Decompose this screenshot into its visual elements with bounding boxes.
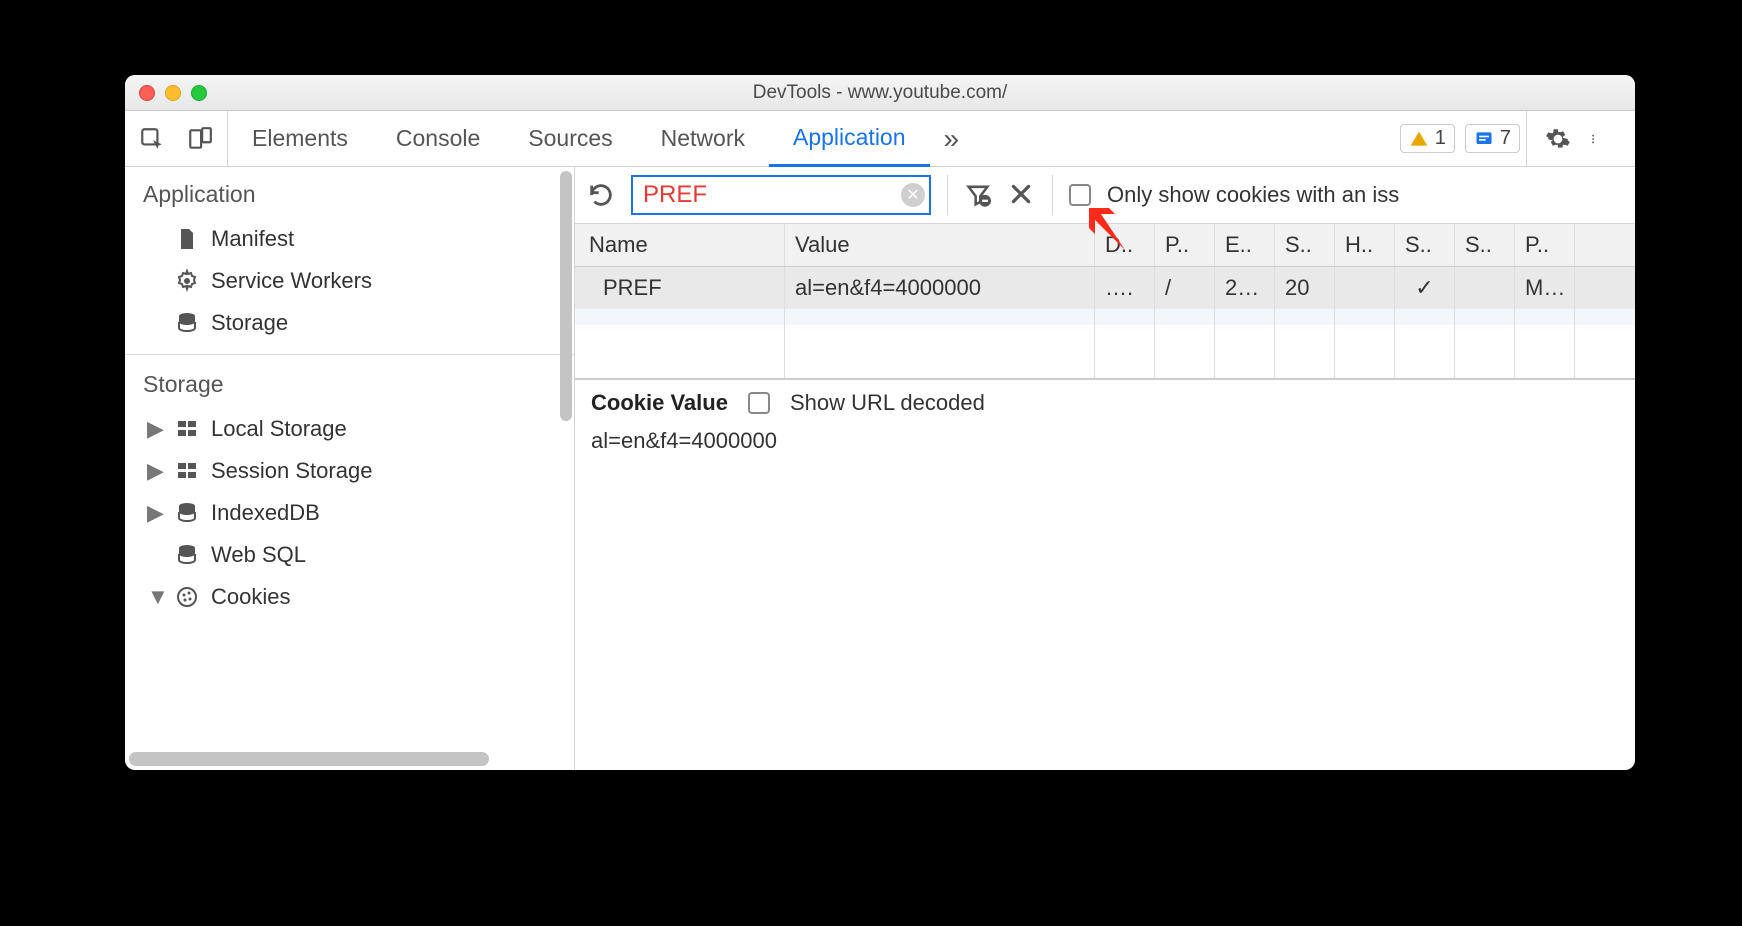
db-icon — [175, 311, 199, 335]
application-sidebar: Application Manifest Service Workers — [125, 167, 575, 770]
sidebar-item-label: Storage — [211, 310, 288, 336]
cell-samesite — [1455, 267, 1515, 309]
sidebar-scrollbar-vertical[interactable] — [560, 171, 572, 740]
grid-icon — [175, 459, 199, 483]
tabs-overflow-button[interactable]: » — [930, 111, 974, 166]
toolbar-divider — [947, 175, 948, 215]
cell-httponly — [1335, 267, 1395, 309]
file-icon — [175, 227, 199, 251]
tab-network[interactable]: Network — [637, 111, 769, 166]
cookies-toolbar: ✕ Only show cookies with an iss — [575, 167, 1635, 224]
cell-size: 20 — [1275, 267, 1335, 309]
cookies-table: Name Value D.. P.. E.. S.. H.. S.. S.. P… — [575, 224, 1635, 379]
cell-expires: 2… — [1215, 267, 1275, 309]
device-toggle-icon[interactable] — [187, 126, 213, 152]
show-url-decoded-checkbox[interactable] — [748, 392, 770, 414]
sidebar-section-application: Application — [125, 167, 574, 218]
devtools-tabbar: Elements Console Sources Network Applica… — [125, 111, 1635, 167]
chevron-down-icon: ▼ — [147, 584, 161, 610]
col-expires[interactable]: E.. — [1215, 224, 1275, 266]
devtools-window: DevTools - www.youtube.com/ Elements Con… — [125, 75, 1635, 770]
sidebar-item-label: IndexedDB — [211, 500, 320, 526]
db-icon — [175, 501, 199, 525]
gear-icon — [175, 269, 199, 293]
inspect-element-icon[interactable] — [139, 126, 165, 152]
refresh-icon[interactable] — [587, 181, 615, 209]
warnings-count: 1 — [1435, 127, 1446, 150]
db-icon — [175, 543, 199, 567]
cell-domain: …. — [1095, 267, 1155, 309]
warnings-badge[interactable]: 1 — [1400, 124, 1455, 153]
chevron-right-icon: ▶ — [147, 416, 161, 442]
col-name[interactable]: Name — [575, 224, 785, 266]
chevron-right-icon: ▶ — [147, 458, 161, 484]
panel-tabs: Elements Console Sources Network Applica… — [228, 111, 930, 166]
toolbar-divider — [1052, 175, 1053, 215]
message-icon — [1474, 129, 1494, 149]
messages-badge[interactable]: 7 — [1465, 124, 1520, 153]
col-size[interactable]: S.. — [1275, 224, 1335, 266]
sidebar-item-web-sql[interactable]: Web SQL — [125, 534, 574, 576]
sidebar-item-manifest[interactable]: Manifest — [125, 218, 574, 260]
sidebar-item-indexeddb[interactable]: ▶ IndexedDB — [125, 492, 574, 534]
cell-value: al=en&f4=4000000 — [785, 267, 1095, 309]
table-row[interactable] — [575, 309, 1635, 325]
tab-elements[interactable]: Elements — [228, 111, 372, 166]
clear-all-icon[interactable] — [1008, 181, 1036, 209]
filter-funnel-icon[interactable] — [964, 181, 992, 209]
col-value[interactable]: Value — [785, 224, 1095, 266]
chevron-right-icon: ▶ — [147, 500, 161, 526]
titlebar: DevTools - www.youtube.com/ — [125, 75, 1635, 111]
sidebar-item-storage[interactable]: Storage — [125, 302, 574, 344]
kebab-menu-icon[interactable] — [1591, 126, 1617, 152]
clear-filter-icon[interactable]: ✕ — [901, 183, 925, 207]
settings-gear-icon[interactable] — [1545, 126, 1571, 152]
tab-console[interactable]: Console — [372, 111, 504, 166]
sidebar-item-label: Cookies — [211, 584, 290, 610]
tab-sources[interactable]: Sources — [504, 111, 636, 166]
cell-secure: ✓ — [1395, 267, 1455, 309]
sidebar-item-local-storage[interactable]: ▶ Local Storage — [125, 408, 574, 450]
cell-priority: M… — [1515, 267, 1575, 309]
sidebar-item-session-storage[interactable]: ▶ Session Storage — [125, 450, 574, 492]
sidebar-item-service-workers[interactable]: Service Workers — [125, 260, 574, 302]
sidebar-section-storage: Storage — [125, 357, 574, 408]
only-issues-checkbox[interactable] — [1069, 184, 1091, 206]
sidebar-item-label: Web SQL — [211, 542, 306, 568]
show-url-decoded-label: Show URL decoded — [790, 390, 985, 416]
sidebar-item-label: Local Storage — [211, 416, 347, 442]
cell-name: PREF — [575, 267, 785, 309]
grid-icon — [175, 417, 199, 441]
cookie-value-text: al=en&f4=4000000 — [591, 422, 1619, 454]
window-zoom-button[interactable] — [191, 85, 207, 101]
cookie-value-title: Cookie Value — [591, 390, 728, 416]
filter-input[interactable] — [631, 175, 931, 215]
window-title: DevTools - www.youtube.com/ — [125, 82, 1635, 104]
tab-application[interactable]: Application — [769, 111, 930, 167]
col-priority[interactable]: P.. — [1515, 224, 1575, 266]
window-minimize-button[interactable] — [165, 85, 181, 101]
cookie-icon — [175, 585, 199, 609]
window-close-button[interactable] — [139, 85, 155, 101]
only-issues-label: Only show cookies with an iss — [1107, 182, 1399, 208]
warning-icon — [1409, 129, 1429, 149]
sidebar-item-cookies[interactable]: ▼ Cookies — [125, 576, 574, 618]
sidebar-item-label: Service Workers — [211, 268, 372, 294]
sidebar-item-label: Session Storage — [211, 458, 372, 484]
sidebar-scrollbar-horizontal[interactable] — [129, 752, 570, 766]
sidebar-item-label: Manifest — [211, 226, 294, 252]
table-row[interactable]: PREF al=en&f4=4000000 …. / 2… 20 ✓ M… — [575, 267, 1635, 309]
col-httponly[interactable]: H.. — [1335, 224, 1395, 266]
cell-path: / — [1155, 267, 1215, 309]
col-path[interactable]: P.. — [1155, 224, 1215, 266]
table-header-row: Name Value D.. P.. E.. S.. H.. S.. S.. P… — [575, 224, 1635, 267]
col-secure[interactable]: S.. — [1395, 224, 1455, 266]
cookies-panel: ✕ Only show cookies with an iss Na — [575, 167, 1635, 770]
messages-count: 7 — [1500, 127, 1511, 150]
col-domain[interactable]: D.. — [1095, 224, 1155, 266]
cookie-detail: Cookie Value Show URL decoded al=en&f4=4… — [575, 379, 1635, 474]
col-samesite[interactable]: S.. — [1455, 224, 1515, 266]
